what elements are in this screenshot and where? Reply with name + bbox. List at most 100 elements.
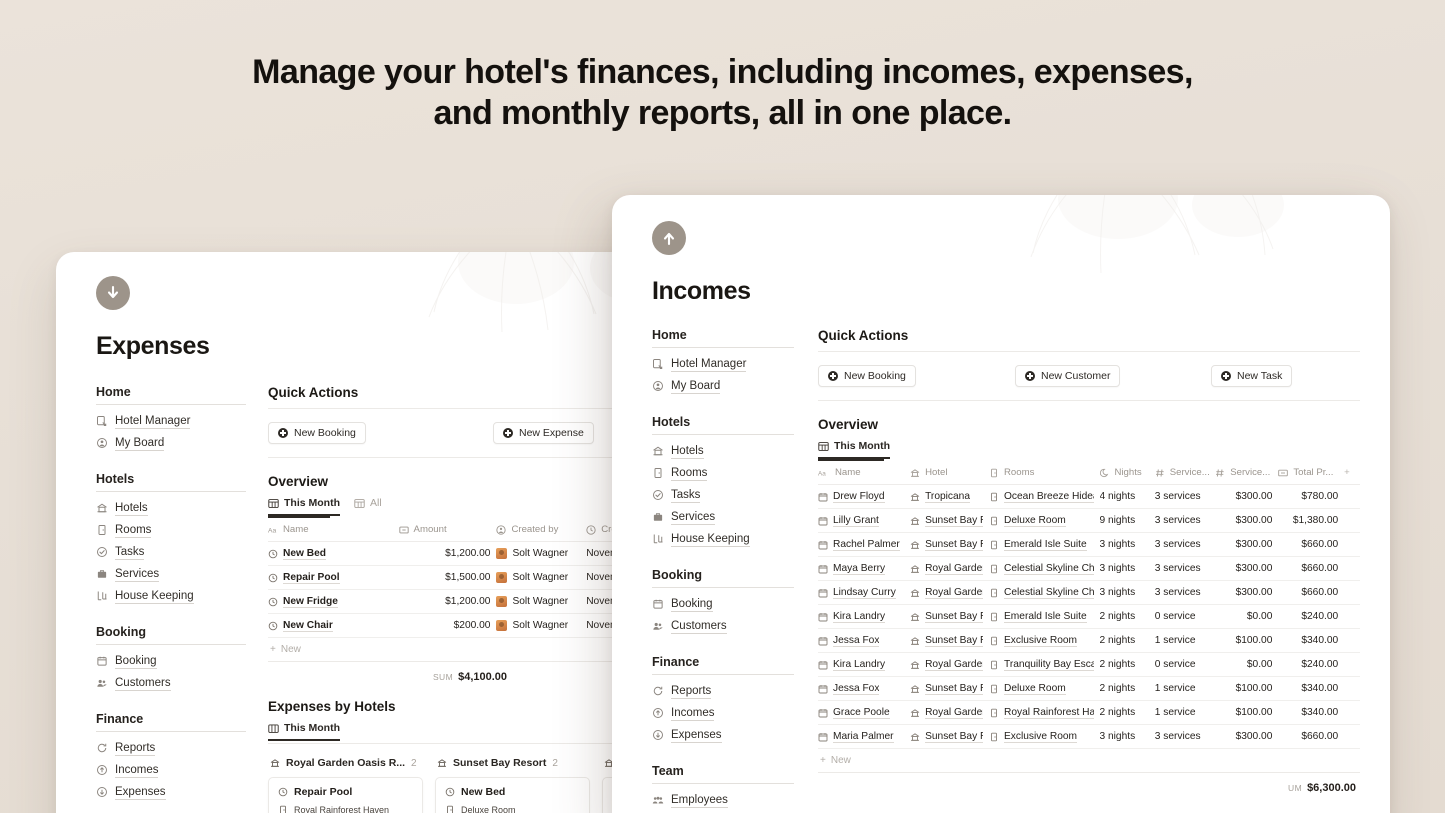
cell-name[interactable]: New Chair xyxy=(268,613,399,638)
cell-created-by[interactable]: Solt Wagner xyxy=(496,589,587,614)
cell-nights[interactable]: 4 nights xyxy=(1099,484,1155,509)
tab-this-month[interactable]: This Month xyxy=(268,497,340,516)
sidebar-item-rooms[interactable]: Rooms xyxy=(96,519,246,541)
cell-name[interactable]: Rachel Palmer xyxy=(818,532,911,557)
cell-total[interactable]: $660.00 xyxy=(1278,724,1345,749)
sidebar-item-tasks[interactable]: Tasks xyxy=(96,541,246,563)
cell-nights[interactable]: 3 nights xyxy=(1099,724,1155,749)
cell-services-price[interactable]: $300.00 xyxy=(1215,580,1279,605)
cell-hotel[interactable]: Royal Garden Oa xyxy=(910,556,989,581)
new-row-button[interactable]: + New xyxy=(818,749,1360,772)
cell-name[interactable]: Kira Landry xyxy=(818,604,911,629)
cell-room[interactable]: Deluxe Room xyxy=(989,508,1100,533)
table-row[interactable]: Drew FloydTropicanaOcean Breeze Hideaway… xyxy=(818,484,1360,509)
sidebar-item-incomes[interactable]: Incomes xyxy=(652,702,794,724)
sidebar-item-customers[interactable]: Customers xyxy=(652,615,794,637)
cell-name[interactable]: Lindsay Curry xyxy=(818,580,911,605)
cell-total[interactable]: $340.00 xyxy=(1278,700,1345,725)
cell-total[interactable]: $340.00 xyxy=(1278,628,1345,653)
sidebar-item-expenses[interactable]: Expenses xyxy=(652,724,794,746)
column-header-nights[interactable]: Nights xyxy=(1099,461,1155,485)
cell-amount[interactable]: $1,500.00 xyxy=(398,565,497,590)
table-row[interactable]: Jessa FoxSunset Bay ResoDeluxe Room2 nig… xyxy=(818,676,1360,701)
cell-name[interactable]: Kira Landry xyxy=(818,652,911,677)
cell-total[interactable]: $660.00 xyxy=(1278,556,1345,581)
cell-hotel[interactable]: Sunset Bay Reso xyxy=(910,604,989,629)
cell-services-price[interactable]: $300.00 xyxy=(1215,532,1279,557)
sidebar-item-reports[interactable]: Reports xyxy=(96,737,246,759)
board-card[interactable]: Repair PoolRoyal Rainforest Haven$1,500.… xyxy=(268,777,423,813)
table-row[interactable]: Kira LandrySunset Bay ResoEmerald Isle S… xyxy=(818,604,1360,629)
cell-room[interactable]: Deluxe Room xyxy=(989,676,1100,701)
cell-name[interactable]: Maria Palmer xyxy=(818,724,911,749)
cell-services-price[interactable]: $0.00 xyxy=(1215,604,1279,629)
cell-room[interactable]: Exclusive Room xyxy=(989,724,1100,749)
cell-nights[interactable]: 2 nights xyxy=(1099,604,1155,629)
sidebar-item-incomes[interactable]: Incomes xyxy=(96,759,246,781)
column-header-rooms[interactable]: Rooms xyxy=(989,461,1100,485)
cell-name[interactable]: Drew Floyd xyxy=(818,484,911,509)
column-header-name[interactable]: Aa Name xyxy=(818,461,911,485)
cell-name[interactable]: New Fridge xyxy=(268,589,399,614)
cell-hotel[interactable]: Tropicana xyxy=(910,484,989,509)
column-header-created-by[interactable]: Created by xyxy=(496,518,587,542)
cell-services[interactable]: 3 services xyxy=(1154,556,1216,581)
cell-services-price[interactable]: $0.00 xyxy=(1215,652,1279,677)
cell-services-price[interactable]: $100.00 xyxy=(1215,628,1279,653)
column-header-name[interactable]: Aa Name xyxy=(268,518,399,542)
sidebar-item-rooms[interactable]: Rooms xyxy=(652,462,794,484)
cell-hotel[interactable]: Sunset Bay Reso xyxy=(910,508,989,533)
table-row[interactable]: Lilly GrantSunset Bay ResoDeluxe Room9 n… xyxy=(818,508,1360,533)
sidebar-item-hotel-manager[interactable]: Hotel Manager xyxy=(96,410,246,432)
new-task-button[interactable]: New Task xyxy=(1211,365,1293,387)
cell-name[interactable]: Maya Berry xyxy=(818,556,911,581)
cell-total[interactable]: $240.00 xyxy=(1278,604,1345,629)
new-booking-button[interactable]: New Booking xyxy=(818,365,916,387)
cell-services[interactable]: 3 services xyxy=(1154,580,1216,605)
sidebar-item-house-keeping[interactable]: House Keeping xyxy=(96,585,246,607)
cell-services[interactable]: 1 service xyxy=(1154,628,1216,653)
cell-hotel[interactable]: Sunset Bay Reso xyxy=(910,532,989,557)
sidebar-item-tasks[interactable]: Tasks xyxy=(652,484,794,506)
cell-nights[interactable]: 2 nights xyxy=(1099,652,1155,677)
table-row[interactable]: Maria PalmerSunset Bay ResoExclusive Roo… xyxy=(818,724,1360,749)
cell-nights[interactable]: 3 nights xyxy=(1099,532,1155,557)
cell-services[interactable]: 1 service xyxy=(1154,700,1216,725)
cell-total[interactable]: $780.00 xyxy=(1278,484,1345,509)
cell-total[interactable]: $1,380.00 xyxy=(1278,508,1345,533)
cell-nights[interactable]: 2 nights xyxy=(1099,676,1155,701)
table-row[interactable]: Jessa FoxSunset Bay ResoExclusive Room2 … xyxy=(818,628,1360,653)
cell-hotel[interactable]: Sunset Bay Reso xyxy=(910,628,989,653)
cell-services-price[interactable]: $300.00 xyxy=(1215,508,1279,533)
table-row[interactable]: Rachel PalmerSunset Bay ResoEmerald Isle… xyxy=(818,532,1360,557)
cell-nights[interactable]: 3 nights xyxy=(1099,556,1155,581)
cell-services[interactable]: 3 services xyxy=(1154,508,1216,533)
cell-room[interactable]: Celestial Skyline Chamber xyxy=(989,580,1100,605)
sidebar-item-booking[interactable]: Booking xyxy=(652,593,794,615)
cell-total[interactable]: $340.00 xyxy=(1278,676,1345,701)
column-header-service[interactable]: Service... xyxy=(1154,461,1216,485)
cell-name[interactable]: Repair Pool xyxy=(268,565,399,590)
cell-amount[interactable]: $200.00 xyxy=(398,613,497,638)
cell-services-price[interactable]: $300.00 xyxy=(1215,556,1279,581)
sidebar-item-customers[interactable]: Customers xyxy=(96,672,246,694)
cell-amount[interactable]: $1,200.00 xyxy=(398,541,497,566)
sidebar-item-my-board[interactable]: My Board xyxy=(96,432,246,454)
cell-room[interactable]: Emerald Isle Suite xyxy=(989,604,1100,629)
cell-services[interactable]: 3 services xyxy=(1154,532,1216,557)
sidebar-item-my-board[interactable]: My Board xyxy=(652,375,794,397)
sidebar-item-hotels[interactable]: Hotels xyxy=(96,497,246,519)
cell-room[interactable]: Celestial Skyline Chamber xyxy=(989,556,1100,581)
cell-total[interactable]: $660.00 xyxy=(1278,532,1345,557)
new-customer-button[interactable]: New Customer xyxy=(1015,365,1121,387)
cell-services[interactable]: 1 service xyxy=(1154,676,1216,701)
cell-services[interactable]: 0 service xyxy=(1154,604,1216,629)
column-header-hotel[interactable]: Hotel xyxy=(910,461,989,485)
cell-services-price[interactable]: $100.00 xyxy=(1215,700,1279,725)
sidebar-item-services[interactable]: Services xyxy=(652,506,794,528)
column-header-service[interactable]: Service... xyxy=(1215,461,1279,485)
new-booking-button[interactable]: New Booking xyxy=(268,422,366,444)
sidebar-item-employees[interactable]: Employees xyxy=(652,789,794,811)
table-row[interactable]: Maya BerryRoyal Garden OaCelestial Skyli… xyxy=(818,556,1360,581)
tab-this-month[interactable]: This Month xyxy=(268,722,340,741)
